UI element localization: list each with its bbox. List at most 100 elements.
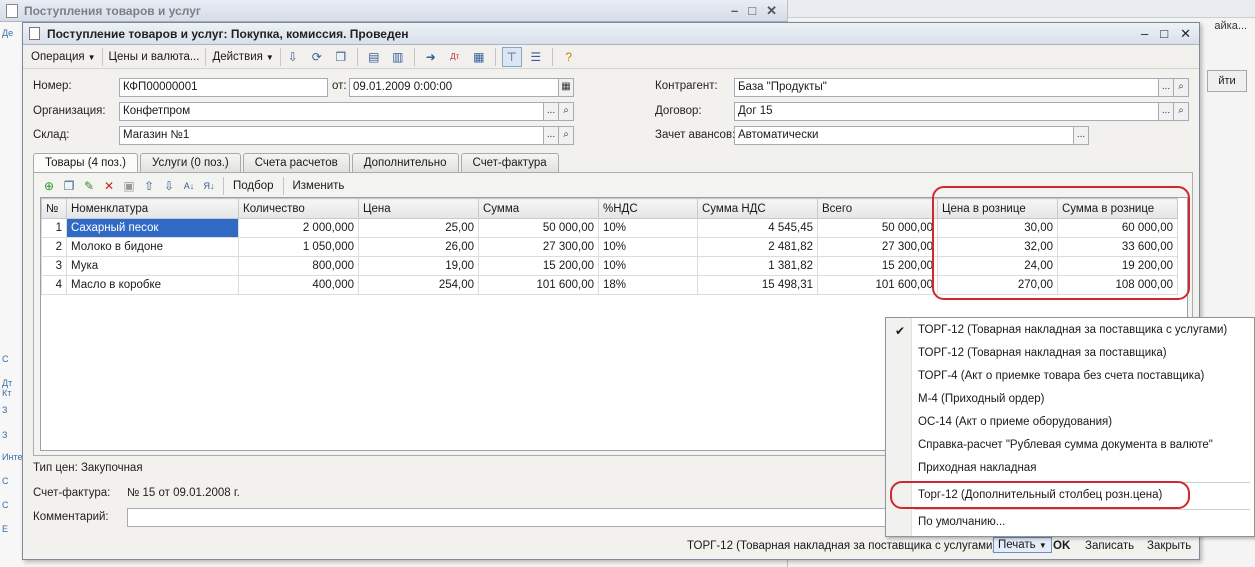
ellipsis-icon[interactable]: ... xyxy=(1158,78,1174,97)
table-cell[interactable]: Мука xyxy=(66,256,239,276)
move-down-icon[interactable]: ⇩ xyxy=(160,177,178,195)
help-icon[interactable]: ? xyxy=(559,47,579,67)
table-cell[interactable]: 19,00 xyxy=(358,256,479,276)
ellipsis-icon[interactable]: ... xyxy=(543,126,559,145)
change-button[interactable]: Изменить xyxy=(288,180,350,192)
copy-row-icon[interactable]: ❐ xyxy=(60,177,78,195)
print-menu-item[interactable]: По умолчанию... xyxy=(918,516,1005,528)
print-menu-item[interactable]: ТОРГ-12 (Товарная накладная за поставщик… xyxy=(918,324,1227,336)
table-cell[interactable]: Молоко в бидоне xyxy=(66,237,239,257)
column-header[interactable]: № xyxy=(41,198,67,219)
end-edit-icon[interactable]: ▣ xyxy=(120,177,138,195)
background-right-button[interactable]: йти xyxy=(1207,70,1247,92)
ellipsis-icon[interactable]: ... xyxy=(1073,126,1089,145)
minimize-icon[interactable]: – xyxy=(1141,26,1148,42)
tab-invoice[interactable]: Счет-фактура xyxy=(460,153,559,172)
structure-icon[interactable]: ▥ xyxy=(388,47,408,67)
contractor-field[interactable]: База "Продукты" xyxy=(734,78,1159,97)
minimize-icon[interactable]: – xyxy=(731,3,738,19)
table-cell[interactable]: 2 000,000 xyxy=(238,218,359,238)
table-cell[interactable]: 15 200,00 xyxy=(478,256,599,276)
refresh-icon[interactable]: ⟳ xyxy=(307,47,327,67)
table-cell[interactable]: 2 481,82 xyxy=(697,237,818,257)
pick-button[interactable]: Подбор xyxy=(228,180,279,192)
enter-based-icon[interactable]: ▤ xyxy=(364,47,384,67)
table-cell[interactable]: 27 300,00 xyxy=(478,237,599,257)
print-menu-item[interactable]: М-4 (Приходный ордер) xyxy=(918,393,1044,405)
move-up-icon[interactable]: ⇧ xyxy=(140,177,158,195)
tab-goods[interactable]: Товары (4 поз.) xyxy=(33,153,138,173)
warehouse-field[interactable]: Магазин №1 xyxy=(119,126,544,145)
filter-icon[interactable]: ⊤ xyxy=(501,46,522,67)
delete-row-icon[interactable]: ✕ xyxy=(100,177,118,195)
sort-asc-icon[interactable]: A↓ xyxy=(180,177,198,195)
background-left-item[interactable]: Е xyxy=(2,524,16,536)
background-left-item[interactable]: С xyxy=(2,354,16,366)
calendar-icon[interactable]: ▦ xyxy=(558,78,574,97)
column-header[interactable]: Сумма НДС xyxy=(697,198,818,219)
go-to-icon[interactable]: ➜ xyxy=(421,47,441,67)
default-print-form[interactable]: ТОРГ-12 (Товарная накладная за поставщик… xyxy=(687,540,996,552)
ellipsis-icon[interactable]: ... xyxy=(543,102,559,121)
table-cell[interactable]: 27 300,00 xyxy=(817,237,938,257)
table-cell[interactable]: 400,000 xyxy=(238,275,359,295)
dt-kt-icon[interactable]: Дт xyxy=(445,47,465,67)
menu-prices-currency[interactable]: Цены и валюта... xyxy=(103,47,207,66)
date-field[interactable]: 09.01.2009 0:00:00 xyxy=(349,78,559,97)
background-left-item[interactable]: З xyxy=(2,430,16,442)
column-header[interactable]: %НДС xyxy=(598,198,698,219)
table-cell[interactable]: 10% xyxy=(598,256,698,276)
table-cell[interactable]: 15 200,00 xyxy=(817,256,938,276)
maximize-icon[interactable]: □ xyxy=(1160,26,1168,42)
table-cell[interactable]: 800,000 xyxy=(238,256,359,276)
table-cell[interactable]: 50 000,00 xyxy=(817,218,938,238)
table-cell[interactable]: Масло в коробке xyxy=(66,275,239,295)
table-cell[interactable]: 1 050,000 xyxy=(238,237,359,257)
price-type-label[interactable]: Тип цен: Закупочная xyxy=(33,462,143,474)
table-cell[interactable]: 25,00 xyxy=(358,218,479,238)
maximize-icon[interactable]: □ xyxy=(748,3,756,19)
table-cell[interactable]: 254,00 xyxy=(358,275,479,295)
column-header[interactable]: Номенклатура xyxy=(66,198,239,219)
table-cell[interactable]: 101 600,00 xyxy=(817,275,938,295)
search-icon[interactable]: ⌕ xyxy=(1173,102,1189,121)
report-icon[interactable]: ▦ xyxy=(469,47,489,67)
table-cell[interactable]: 4 545,45 xyxy=(697,218,818,238)
print-menu-item[interactable]: ТОРГ-12 (Товарная накладная за поставщик… xyxy=(918,347,1167,359)
background-left-item[interactable]: Дт Кт xyxy=(2,378,16,398)
print-menu-item[interactable]: ОС-14 (Акт о приеме оборудования) xyxy=(918,416,1112,428)
close-icon[interactable]: ✕ xyxy=(766,3,777,19)
close-button[interactable]: Закрыть xyxy=(1147,540,1191,552)
table-cell[interactable]: 10% xyxy=(598,237,698,257)
background-window-controls[interactable]: – □ ✕ xyxy=(731,3,787,19)
add-row-icon[interactable]: ⊕ xyxy=(40,177,58,195)
column-header[interactable]: Количество xyxy=(238,198,359,219)
tab-accounts[interactable]: Счета расчетов xyxy=(242,153,350,172)
menu-actions[interactable]: Действия ▼ xyxy=(206,47,281,66)
search-icon[interactable]: ⌕ xyxy=(558,126,574,145)
table-view-icon[interactable]: ☰ xyxy=(526,47,546,67)
column-header[interactable]: Сумма xyxy=(478,198,599,219)
post-document-icon[interactable]: ⇩ xyxy=(283,47,303,67)
advance-select[interactable]: Автоматически xyxy=(734,126,1074,145)
sort-desc-icon[interactable]: Я↓ xyxy=(200,177,218,195)
background-left-item[interactable]: С xyxy=(2,476,16,488)
table-cell[interactable]: 101 600,00 xyxy=(478,275,599,295)
table-cell[interactable]: 1 381,82 xyxy=(697,256,818,276)
column-header[interactable]: Цена xyxy=(358,198,479,219)
invoice-link[interactable]: № 15 от 09.01.2008 г. xyxy=(127,487,240,499)
table-cell[interactable]: 50 000,00 xyxy=(478,218,599,238)
menu-operation[interactable]: Операция ▼ xyxy=(25,47,103,66)
edit-row-icon[interactable]: ✎ xyxy=(80,177,98,195)
table-cell[interactable]: 26,00 xyxy=(358,237,479,257)
print-button[interactable]: Печать ▼ xyxy=(993,537,1052,553)
tab-services[interactable]: Услуги (0 поз.) xyxy=(139,153,241,172)
contract-field[interactable]: Дог 15 xyxy=(734,102,1159,121)
column-header[interactable]: Всего xyxy=(817,198,938,219)
ok-button[interactable]: OK xyxy=(1053,540,1070,552)
table-cell[interactable]: 1 xyxy=(41,218,67,238)
print-menu-item[interactable]: Приходная накладная xyxy=(918,462,1036,474)
organization-field[interactable]: Конфетпром xyxy=(119,102,544,121)
print-menu-item[interactable]: ТОРГ-4 (Акт о приемке товара без счета п… xyxy=(918,370,1204,382)
table-cell[interactable]: 2 xyxy=(41,237,67,257)
